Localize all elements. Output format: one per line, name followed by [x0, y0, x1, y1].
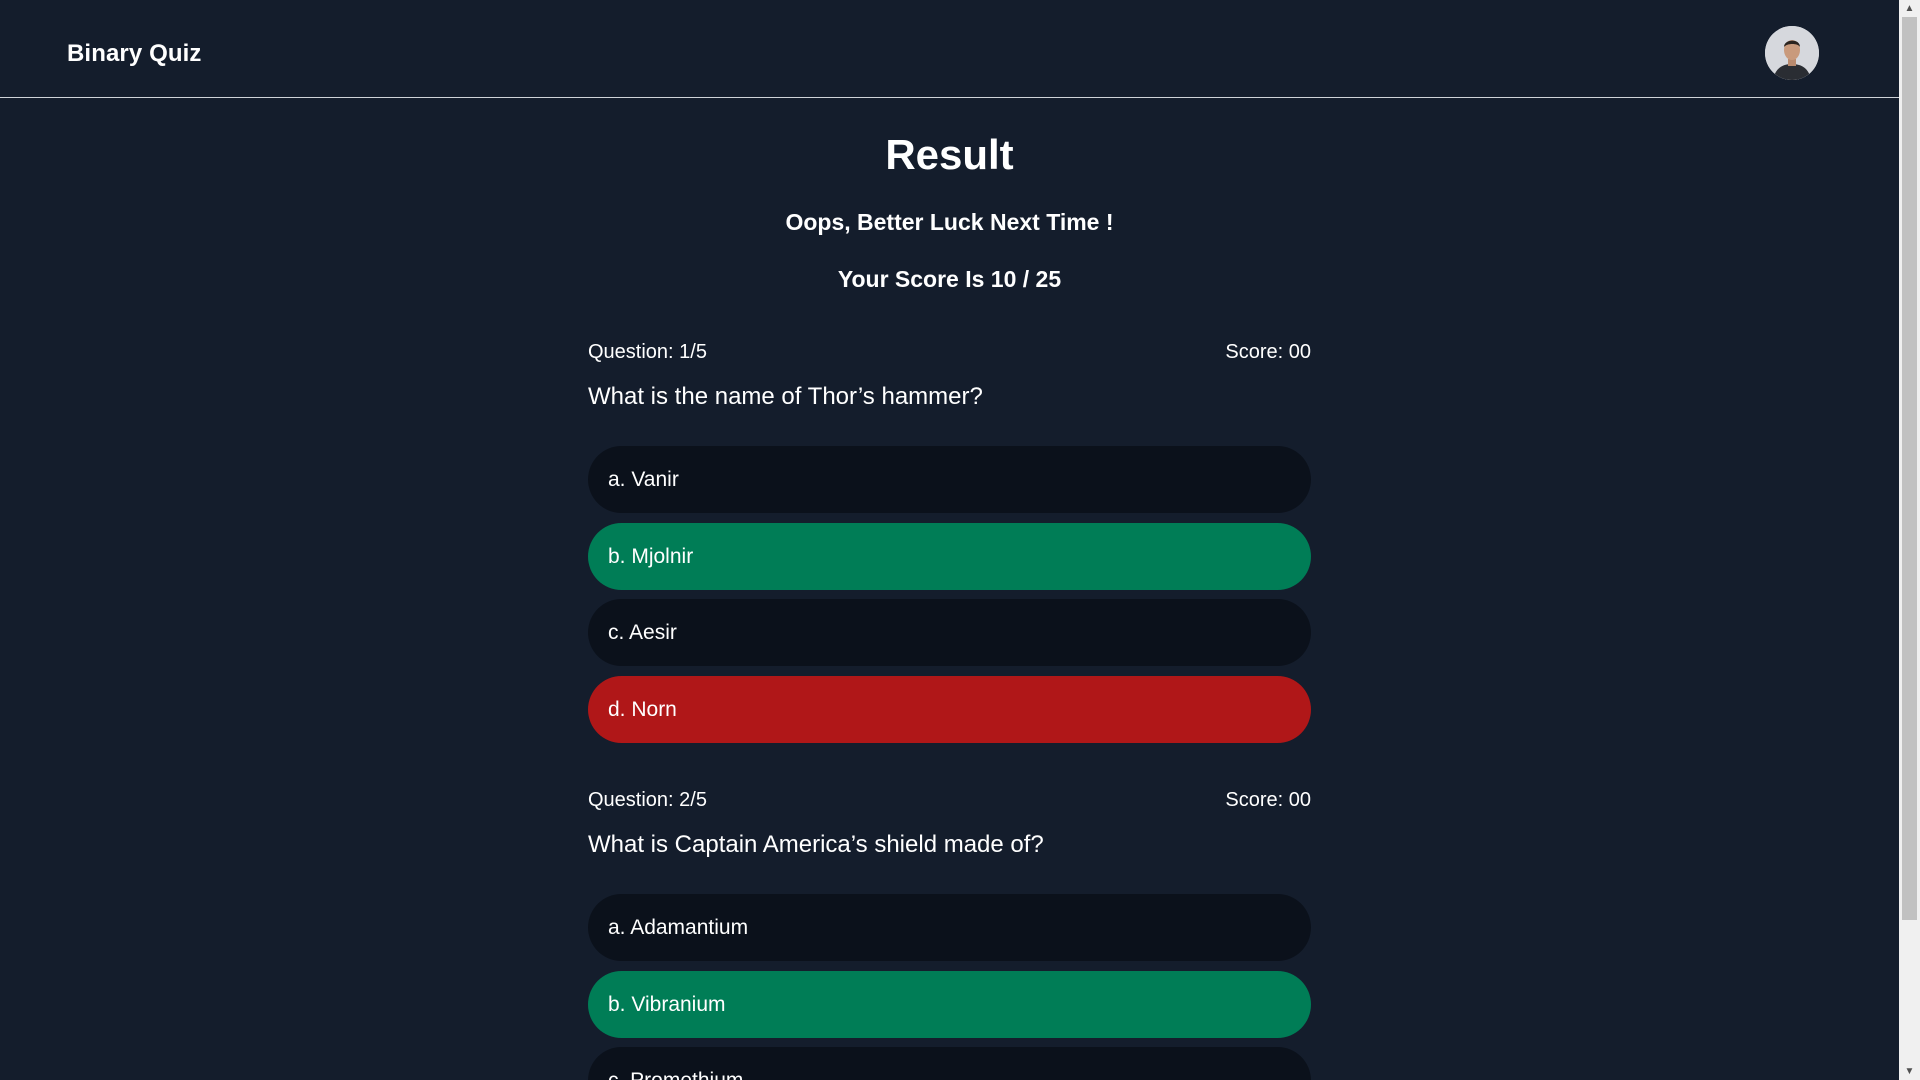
answer-option[interactable]: a. Adamantium: [588, 894, 1311, 961]
answer-option-label: b. Mjolnir: [608, 545, 694, 568]
result-message: Oops, Better Luck Next Time !: [785, 209, 1114, 235]
answer-option-correct[interactable]: b. Mjolnir: [588, 523, 1311, 590]
question-score: Score: 00: [1225, 789, 1311, 811]
navbar: Binary Quiz: [0, 0, 1899, 98]
question-block: Question: 1/5 Score: 00 What is the name…: [588, 339, 1311, 743]
answer-option-label: b. Vibranium: [608, 993, 726, 1016]
answer-option-wrong[interactable]: d. Norn: [588, 676, 1311, 743]
brand-logo-text[interactable]: Binary Quiz: [67, 40, 201, 68]
answer-option-label: c. Promethium: [608, 1069, 743, 1080]
question-meta: Question: 2/5 Score: 00: [588, 787, 1311, 813]
answer-option[interactable]: c. Aesir: [588, 599, 1311, 666]
scroll-down-arrow-icon[interactable]: ▼: [1899, 1063, 1920, 1080]
question-score: Score: 00: [1225, 341, 1311, 363]
answer-option-label: d. Norn: [608, 698, 677, 721]
question-block: Question: 2/5 Score: 00 What is Captain …: [588, 787, 1311, 1080]
vertical-scrollbar[interactable]: ▲ ▼: [1899, 0, 1920, 1080]
page: Binary Quiz Result Oops, Better Luck Nex…: [0, 0, 1899, 1080]
answer-option-correct[interactable]: b. Vibranium: [588, 971, 1311, 1038]
answer-option-label: a. Vanir: [608, 468, 679, 491]
answer-option[interactable]: a. Vanir: [588, 446, 1311, 513]
result-score: Your Score Is 10 / 25: [837, 266, 1062, 292]
answer-option-label: c. Aesir: [608, 621, 677, 644]
answer-option[interactable]: c. Promethium: [588, 1047, 1311, 1080]
scrollbar-thumb[interactable]: [1902, 17, 1917, 920]
question-number: Question: 1/5: [588, 341, 707, 363]
question-text: What is the name of Thor’s hammer?: [588, 383, 983, 410]
avatar-portrait-icon: [1765, 26, 1819, 80]
result-title: Result: [885, 131, 1014, 178]
user-avatar[interactable]: [1765, 26, 1819, 80]
scroll-up-arrow-icon[interactable]: ▲: [1899, 0, 1920, 17]
question-number: Question: 2/5: [588, 789, 707, 811]
question-text: What is Captain America’s shield made of…: [588, 831, 1044, 858]
answer-option-label: a. Adamantium: [608, 916, 749, 939]
question-meta: Question: 1/5 Score: 00: [588, 339, 1311, 365]
